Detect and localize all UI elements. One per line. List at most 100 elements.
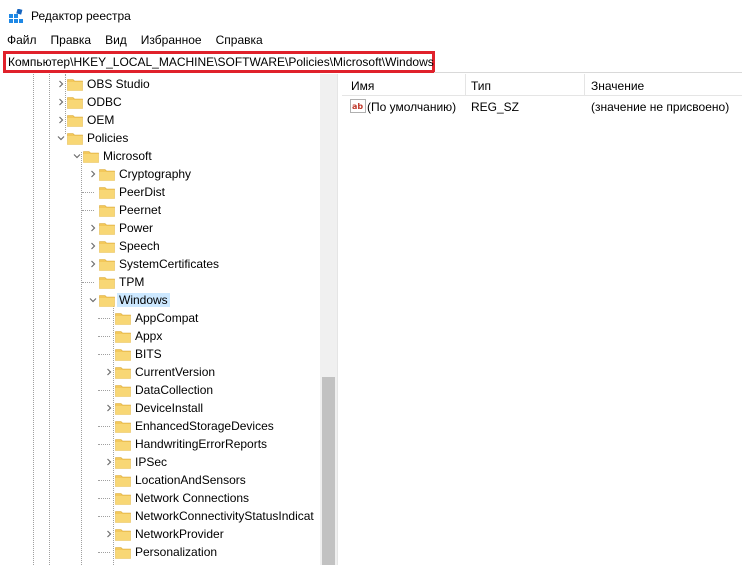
svg-text:ab: ab [352, 102, 363, 111]
tree-item-label: Policies [87, 131, 129, 145]
tree-item[interactable]: OBS Studio [0, 75, 320, 93]
tree-item[interactable]: Power [0, 219, 320, 237]
tree-item[interactable]: IPSec [0, 453, 320, 471]
tree-item-label: Cryptography [119, 167, 192, 181]
folder-icon [83, 151, 99, 163]
list-header: Имя Тип Значение [342, 74, 742, 96]
folder-icon [99, 205, 115, 217]
tree-item-label: OEM [87, 113, 115, 127]
tree-item-label: SystemCertificates [119, 257, 220, 271]
tree-guide-line [82, 192, 94, 193]
tree-item-label: IPSec [135, 455, 168, 469]
chevron-right-icon[interactable] [56, 93, 66, 111]
title-bar: Редактор реестра [0, 0, 742, 31]
tree-item-label: Network Connections [135, 491, 250, 505]
column-separator[interactable] [584, 74, 585, 96]
folder-icon [99, 169, 115, 181]
folder-icon [115, 367, 131, 379]
chevron-right-icon[interactable] [104, 453, 114, 471]
tree-guide-line [98, 390, 110, 391]
tree-guide-line [98, 516, 110, 517]
chevron-right-icon[interactable] [56, 75, 66, 93]
tree-item[interactable]: CurrentVersion [0, 363, 320, 381]
menu-favorites[interactable]: Избранное [134, 31, 209, 49]
tree-item[interactable]: DataCollection [0, 381, 320, 399]
folder-icon [115, 493, 131, 505]
tree-guide-line [98, 354, 110, 355]
tree-item[interactable]: Speech [0, 237, 320, 255]
folder-icon [67, 115, 83, 127]
address-bar[interactable]: Компьютер\HKEY_LOCAL_MACHINE\SOFTWARE\Po… [2, 50, 742, 73]
folder-icon [99, 295, 115, 307]
chevron-right-icon[interactable] [104, 363, 114, 381]
tree-item-label: AppCompat [135, 311, 199, 325]
tree-item[interactable]: Personalization [0, 543, 320, 561]
tree-item[interactable]: LocationAndSensors [0, 471, 320, 489]
chevron-right-icon[interactable] [88, 237, 98, 255]
chevron-right-icon[interactable] [104, 525, 114, 543]
chevron-right-icon[interactable] [56, 111, 66, 129]
menu-view[interactable]: Вид [98, 31, 134, 49]
tree-item-label: LocationAndSensors [135, 473, 246, 487]
folder-icon [115, 403, 131, 415]
tree-item[interactable]: Appx [0, 327, 320, 345]
chevron-right-icon[interactable] [88, 165, 98, 183]
tree-item-label: BITS [135, 347, 162, 361]
folder-icon [115, 529, 131, 541]
values-list[interactable]: Имя Тип Значение ab (По умолчанию) REG_S… [342, 74, 742, 565]
tree-scrollbar-thumb[interactable] [322, 377, 335, 565]
chevron-down-icon[interactable] [72, 147, 82, 165]
tree-item-label: NetworkProvider [135, 527, 224, 541]
tree-item-label: DeviceInstall [135, 401, 204, 415]
chevron-right-icon[interactable] [88, 255, 98, 273]
folder-icon [115, 511, 131, 523]
folder-icon [115, 457, 131, 469]
tree-item[interactable]: NetworkConnectivityStatusIndicat [0, 507, 320, 525]
tree-item[interactable]: NetworkProvider [0, 525, 320, 543]
tree-item[interactable]: Peernet [0, 201, 320, 219]
tree-item[interactable]: Windows [0, 291, 320, 309]
tree-guide-line [98, 426, 110, 427]
folder-icon [115, 421, 131, 433]
tree-item[interactable]: AppCompat [0, 309, 320, 327]
window-title: Редактор реестра [31, 9, 131, 23]
folder-icon [115, 547, 131, 559]
reg-string-icon: ab [350, 99, 366, 113]
tree-item[interactable]: ODBC [0, 93, 320, 111]
tree-item[interactable]: BITS [0, 345, 320, 363]
tree-item[interactable]: DeviceInstall [0, 399, 320, 417]
tree-item-label: Windows [117, 293, 170, 307]
address-divider [434, 72, 742, 73]
chevron-down-icon[interactable] [88, 291, 98, 309]
tree-pane[interactable]: OBS Studio ODBC OEM Policies Microsoft Crypto… [0, 74, 337, 565]
tree-item[interactable]: TPM [0, 273, 320, 291]
menu-help[interactable]: Справка [209, 31, 270, 49]
tree-item-label: Peernet [119, 203, 162, 217]
tree-item[interactable]: Network Connections [0, 489, 320, 507]
tree-item[interactable]: PeerDist [0, 183, 320, 201]
column-type[interactable]: Тип [471, 79, 491, 93]
column-value[interactable]: Значение [591, 79, 644, 93]
menu-edit[interactable]: Правка [44, 31, 99, 49]
tree-item[interactable]: Cryptography [0, 165, 320, 183]
tree-item[interactable]: Microsoft [0, 147, 320, 165]
tree-item[interactable]: Policies [0, 129, 320, 147]
list-row[interactable]: ab (По умолчанию) REG_SZ (значение не пр… [342, 97, 742, 116]
folder-icon [67, 79, 83, 91]
address-path[interactable]: Компьютер\HKEY_LOCAL_MACHINE\SOFTWARE\Po… [8, 55, 434, 69]
column-separator[interactable] [465, 74, 466, 96]
folder-icon [115, 313, 131, 325]
tree-item[interactable]: EnhancedStorageDevices [0, 417, 320, 435]
chevron-down-icon[interactable] [56, 129, 66, 147]
menu-bar: Файл Правка Вид Избранное Справка [0, 31, 742, 49]
chevron-right-icon[interactable] [104, 399, 114, 417]
tree-item[interactable]: HandwritingErrorReports [0, 435, 320, 453]
tree-item[interactable]: SystemCertificates [0, 255, 320, 273]
folder-icon [115, 385, 131, 397]
tree-item[interactable]: OEM [0, 111, 320, 129]
tree-item-label: PeerDist [119, 185, 166, 199]
chevron-right-icon[interactable] [88, 219, 98, 237]
tree-item-label: NetworkConnectivityStatusIndicat [135, 509, 314, 523]
menu-file[interactable]: Файл [0, 31, 44, 49]
column-name[interactable]: Имя [351, 79, 374, 93]
